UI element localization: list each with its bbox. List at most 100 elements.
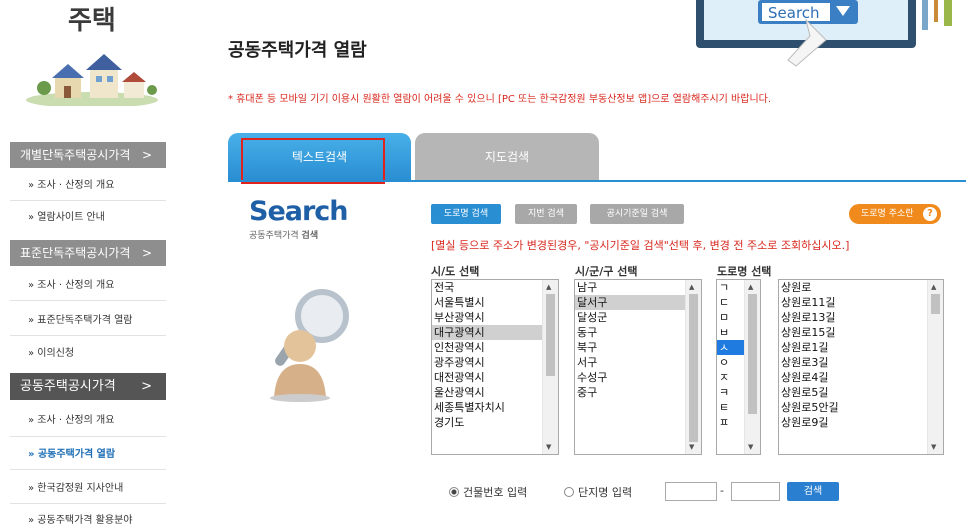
list-item[interactable]: 남구 (575, 280, 701, 295)
lot-number-search-button[interactable]: 지번 검색 (515, 204, 577, 224)
building-sub-number-input[interactable] (731, 482, 780, 501)
sidebar-item-branch-guide[interactable]: » 한국감정원 지사안내 (28, 481, 123, 497)
road-address-help-label: 도로명 주소란 (861, 209, 914, 219)
chevron-right-icon: > (141, 379, 152, 394)
radio-dot-checked (449, 487, 459, 497)
address-change-warning: [멸실 등으로 주소가 변경된경우, "공시기준일 검색"선택 후, 변경 전 … (431, 239, 850, 252)
list-item[interactable]: 상원로9길 (779, 415, 943, 430)
road-select-label: 도로명 선택 (717, 265, 772, 278)
list-item[interactable]: 서울특별시 (432, 295, 558, 310)
sidebar-section-apartment[interactable]: 공동주택공시가격 > (10, 373, 166, 400)
sigungu-listbox[interactable]: 남구 달서구 달성군 동구 북구 서구 수성구 중구 ▲ ▼ (574, 279, 702, 455)
list-item[interactable]: 달성군 (575, 310, 701, 325)
scrollbar[interactable]: ▲ ▼ (542, 280, 558, 454)
divider (10, 300, 166, 301)
list-item[interactable]: 상원로1길 (779, 340, 943, 355)
list-item[interactable]: 상원로5안길 (779, 400, 943, 415)
list-item[interactable]: 대구광역시 (432, 325, 558, 340)
sidebar-section-individual[interactable]: 개별단독주택공시가격 > (10, 142, 166, 168)
list-item[interactable]: 수성구 (575, 370, 701, 385)
list-item[interactable]: 인천광역시 (432, 340, 558, 355)
scroll-down-icon[interactable]: ▼ (689, 443, 694, 451)
radio-complex-label: 단지명 입력 (578, 486, 633, 499)
sidebar-item-usage[interactable]: » 공동주택가격 활용분야 (28, 513, 132, 529)
search-subtitle-normal: 공동주택가격 (249, 231, 302, 241)
list-item[interactable]: 울산광역시 (432, 385, 558, 400)
list-item[interactable]: 경기도 (432, 415, 558, 430)
divider (10, 436, 166, 437)
monitor-search-text: Search (768, 4, 820, 22)
list-item[interactable]: 세종특별자치시 (432, 400, 558, 415)
search-subtitle-bold: 검색 (301, 231, 319, 241)
list-item[interactable]: 상원로5길 (779, 385, 943, 400)
scroll-down-icon[interactable]: ▼ (931, 443, 936, 451)
scrollbar[interactable]: ▲ ▼ (685, 280, 701, 454)
search-submit-button[interactable]: 검색 (787, 482, 839, 501)
divider (10, 469, 166, 470)
number-separator: - (720, 484, 724, 497)
list-item[interactable]: 상원로11길 (779, 295, 943, 310)
base-date-search-button[interactable]: 공시기준일 검색 (590, 204, 684, 224)
person-magnifier-illustration (270, 289, 349, 402)
road-name-listbox[interactable]: 상원로 상원로11길 상원로13길 상원로15길 상원로1길 상원로3길 상원로4길 상원로5… (778, 279, 944, 455)
sidebar-section-label: 개별단독주택공시가격 (20, 148, 131, 162)
list-item[interactable]: 부산광역시 (432, 310, 558, 325)
road-initial-listbox[interactable]: ㄱㄷㅁㅂㅅㅇㅈㅋㅌㅍ ▲ ▼ (716, 279, 761, 455)
scroll-up-icon[interactable]: ▲ (748, 283, 753, 291)
chevron-right-icon: > (141, 246, 152, 260)
list-item[interactable]: 상원로15길 (779, 325, 943, 340)
tab-highlight-box (241, 138, 385, 184)
sidebar-title: 주택 (68, 6, 116, 36)
scroll-down-icon[interactable]: ▼ (748, 443, 753, 451)
list-item[interactable]: 상원로13길 (779, 310, 943, 325)
panel-top-border (228, 180, 966, 182)
search-logo: Search (249, 196, 349, 227)
chevron-right-icon: > (141, 148, 152, 162)
scroll-up-icon[interactable]: ▲ (546, 283, 551, 291)
scrollbar[interactable]: ▲ ▼ (927, 280, 943, 454)
list-item[interactable]: 상원로3길 (779, 355, 943, 370)
scroll-down-icon[interactable]: ▼ (546, 443, 551, 451)
sidebar-item-apartment-view[interactable]: » 공동주택가격 열람 (28, 447, 115, 463)
sidebar-item-objection[interactable]: » 이의신청 (28, 346, 74, 362)
list-item[interactable]: 중구 (575, 385, 701, 400)
building-main-number-input[interactable] (665, 482, 717, 501)
sidebar-item-site-guide[interactable]: » 열람사이트 안내 (28, 210, 105, 226)
list-item[interactable]: 전국 (432, 280, 558, 295)
scroll-thumb[interactable] (748, 294, 757, 414)
scroll-up-icon[interactable]: ▲ (931, 283, 936, 291)
radio-building-number[interactable]: 건물번호 입력 (449, 484, 527, 500)
scroll-thumb[interactable] (546, 294, 555, 376)
divider (10, 200, 166, 201)
scrollbar[interactable]: ▲ ▼ (744, 280, 760, 454)
radio-building-label: 건물번호 입력 (463, 486, 528, 499)
scroll-thumb[interactable] (689, 294, 698, 442)
sidebar-section-label: 표준단독주택공시가격 (20, 246, 131, 260)
radio-dot-unchecked (564, 487, 574, 497)
sidebar-item-apartment-overview[interactable]: » 조사 · 산정의 개요 (28, 413, 114, 429)
scroll-up-icon[interactable]: ▲ (689, 283, 694, 291)
scroll-thumb[interactable] (931, 294, 940, 314)
list-item[interactable]: 상원로4길 (779, 370, 943, 385)
mobile-notice: * 휴대폰 등 모바일 기기 이용시 원활한 열람이 어려울 수 있으니 [PC… (228, 94, 772, 105)
list-item[interactable]: 동구 (575, 325, 701, 340)
list-item[interactable]: 서구 (575, 355, 701, 370)
list-item[interactable]: 북구 (575, 340, 701, 355)
divider (10, 503, 166, 504)
tab-map-search[interactable]: 지도검색 (415, 133, 599, 180)
sidebar-section-standard[interactable]: 표준단독주택공시가격 > (10, 240, 166, 266)
sido-listbox[interactable]: 전국 서울특별시 부산광역시 대구광역시 인천광역시 광주광역시 대전광역시 울산광역시 세종특… (431, 279, 559, 455)
radio-complex-name[interactable]: 단지명 입력 (564, 484, 632, 500)
list-item[interactable]: 대전광역시 (432, 370, 558, 385)
list-item[interactable]: 상원로 (779, 280, 943, 295)
road-address-help-button[interactable]: 도로명 주소란 ? (849, 204, 941, 224)
sidebar-item-standard-view[interactable]: » 표준단독주택가격 열람 (28, 313, 132, 329)
list-item[interactable]: 달서구 (575, 295, 701, 310)
sidebar-item-standard-overview[interactable]: » 조사 · 산정의 개요 (28, 278, 114, 294)
question-icon: ? (923, 207, 937, 221)
search-subtitle: 공동주택가격 검색 (249, 228, 318, 241)
list-item[interactable]: 광주광역시 (432, 355, 558, 370)
divider (10, 335, 166, 336)
road-name-search-button[interactable]: 도로명 검색 (431, 204, 501, 224)
sidebar-item-individual-overview[interactable]: » 조사 · 산정의 개요 (28, 178, 114, 194)
